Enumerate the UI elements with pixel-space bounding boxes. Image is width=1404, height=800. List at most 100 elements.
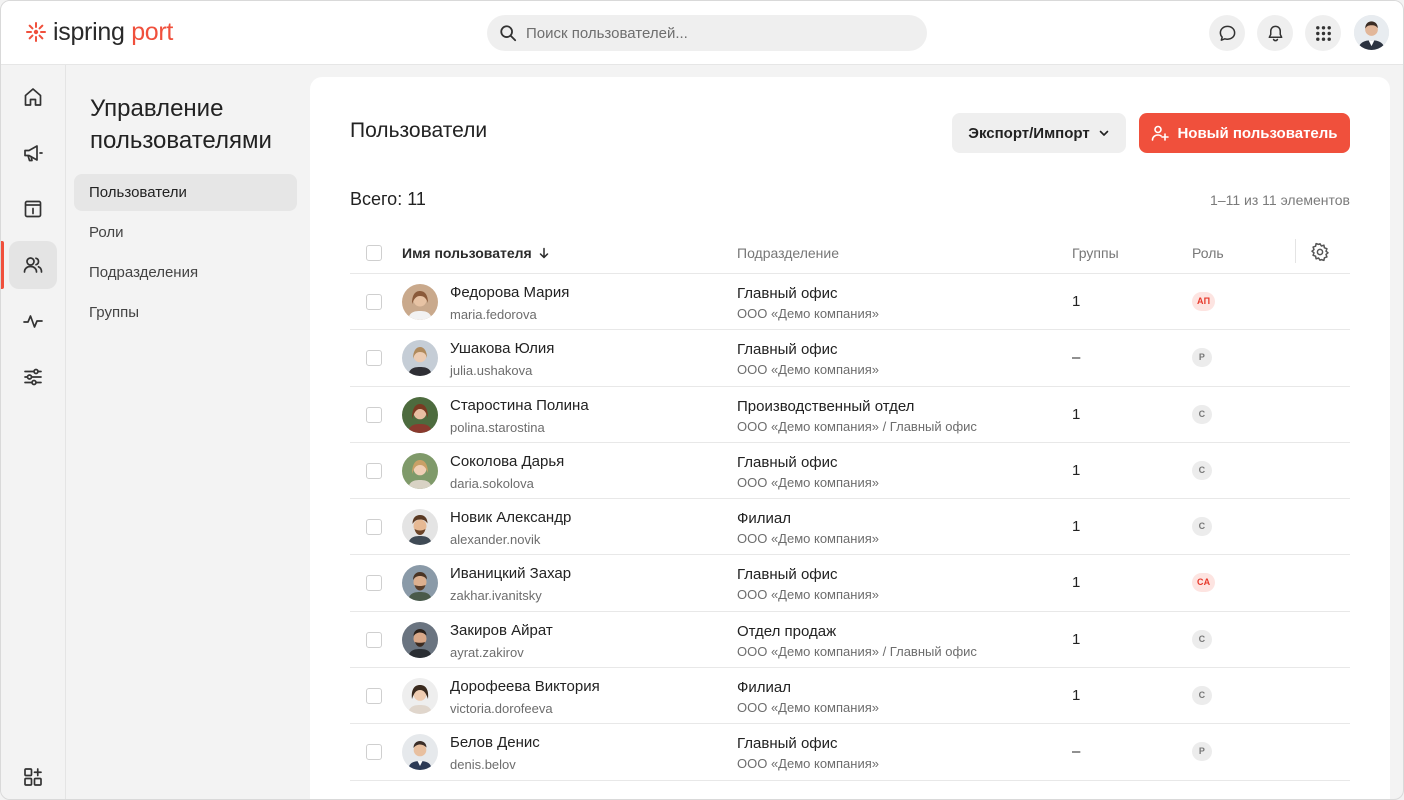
info-calendar-icon: [24, 200, 42, 218]
table-row[interactable]: Дорофеева Виктория victoria.dorofeeva Фи…: [350, 668, 1350, 725]
department-path: ООО «Демо компания» / Главный офис: [737, 418, 977, 434]
users-table: Имя пользователя Подразделение Группы Ро…: [350, 233, 1350, 781]
column-separator: [1295, 239, 1296, 263]
department-name: Производственный отдел: [737, 397, 915, 415]
gear-icon[interactable]: [1310, 242, 1330, 262]
search-icon: [500, 25, 517, 42]
table-row[interactable]: Иваницкий Захар zakhar.ivanitsky Главный…: [350, 555, 1350, 612]
activity-icon: [23, 315, 43, 328]
user-login: alexander.novik: [450, 532, 541, 548]
user-name[interactable]: Ушакова Юлия: [450, 340, 554, 357]
table-row[interactable]: Соколова Дарья daria.sokolova Главный оф…: [350, 443, 1350, 500]
row-checkbox[interactable]: [366, 744, 382, 761]
avatar: [402, 621, 438, 658]
subnav-item-departments[interactable]: Подразделения: [74, 254, 297, 291]
total-label: Всего:: [350, 189, 403, 209]
user-login: maria.fedorova: [450, 307, 537, 322]
row-checkbox[interactable]: [366, 406, 382, 423]
sliders-icon: [24, 368, 42, 386]
department-path: ООО «Демо компания» / Главный офис: [737, 643, 977, 659]
table-row[interactable]: Закиров Айрат ayrat.zakirov Отдел продаж…: [350, 612, 1350, 669]
notifications-button[interactable]: [1257, 15, 1293, 51]
column-header-groups[interactable]: Группы: [1072, 245, 1119, 261]
rail-announcements[interactable]: [9, 129, 57, 177]
department-path: ООО «Демо компания»: [737, 700, 879, 716]
role-badge: С: [1192, 517, 1212, 537]
row-checkbox[interactable]: [366, 575, 382, 592]
user-name[interactable]: Соколова Дарья: [450, 453, 564, 470]
row-checkbox[interactable]: [366, 519, 382, 536]
user-name[interactable]: Белов Денис: [450, 734, 540, 751]
rail-add-widget[interactable]: [9, 753, 57, 799]
department-path: ООО «Демо компания»: [737, 474, 879, 490]
row-checkbox[interactable]: [366, 631, 382, 648]
groups-count: 1: [1072, 405, 1081, 423]
column-header-department[interactable]: Подразделение: [737, 245, 839, 261]
user-login: denis.belov: [450, 757, 516, 773]
chat-icon: [1219, 25, 1235, 41]
column-header-role[interactable]: Роль: [1192, 245, 1224, 261]
department-name: Главный офис: [737, 453, 838, 471]
user-login: ayrat.zakirov: [450, 644, 524, 660]
subnav-item-roles[interactable]: Роли: [74, 214, 297, 251]
groups-count: 1: [1072, 518, 1081, 536]
user-name[interactable]: Федорова Мария: [450, 284, 569, 301]
user-login: zakhar.ivanitsky: [450, 588, 542, 604]
select-all-checkbox[interactable]: [366, 245, 382, 261]
role-badge: С: [1192, 686, 1212, 706]
sort-arrow-down-icon: [539, 247, 548, 259]
chat-button[interactable]: [1209, 15, 1245, 51]
table-row[interactable]: Белов Денис denis.belov Главный офис ООО…: [350, 724, 1350, 781]
row-checkbox[interactable]: [366, 350, 382, 367]
section-title: Управление пользователями: [90, 95, 272, 154]
logo-primary: ispring: [53, 18, 125, 46]
row-checkbox[interactable]: [366, 294, 382, 310]
apps-button[interactable]: [1305, 15, 1341, 51]
user-name[interactable]: Дорофеева Виктория: [450, 678, 600, 695]
department-path: ООО «Демо компания»: [737, 306, 879, 321]
department-name: Главный офис: [737, 735, 838, 753]
column-header-name[interactable]: Имя пользователя: [402, 245, 550, 261]
rail-info[interactable]: [9, 185, 57, 233]
subnav-item-users[interactable]: Пользователи: [74, 174, 297, 211]
rail-activity[interactable]: [9, 297, 57, 345]
table-row[interactable]: Старостина Полина polina.starostina Прои…: [350, 387, 1350, 443]
new-user-button[interactable]: Новый пользователь: [1139, 113, 1350, 153]
role-badge: С: [1192, 629, 1212, 649]
add-widget-icon: [24, 768, 42, 786]
rail-users[interactable]: [9, 241, 57, 289]
rail-active-indicator: [1, 241, 4, 289]
groups-count: 1: [1072, 574, 1081, 592]
user-avatar[interactable]: [1354, 15, 1389, 50]
user-name[interactable]: Старостина Полина: [450, 397, 589, 414]
subnav-item-groups[interactable]: Группы: [74, 294, 297, 331]
avatar: [402, 734, 438, 771]
rail-home[interactable]: [9, 73, 57, 121]
avatar: [402, 509, 438, 546]
app-window: ispring port Поиск пользователей... Упра…: [0, 0, 1404, 800]
department-name: Филиал: [737, 510, 792, 528]
table-row[interactable]: Ушакова Юлия julia.ushakova Главный офис…: [350, 330, 1350, 387]
department-name: Отдел продаж: [737, 622, 837, 640]
export-import-button[interactable]: Экспорт/Импорт: [952, 113, 1126, 153]
department-name: Главный офис: [737, 285, 838, 302]
row-checkbox[interactable]: [366, 688, 382, 705]
rail-settings[interactable]: [9, 353, 57, 401]
table-row[interactable]: Новик Александр alexander.novik Филиал О…: [350, 499, 1350, 556]
user-name[interactable]: Иваницкий Захар: [450, 565, 571, 582]
new-user-label: Новый пользователь: [1177, 124, 1338, 142]
user-management-sidebar: Управление пользователями Пользователи Р…: [66, 65, 309, 799]
search-input[interactable]: [526, 24, 906, 42]
row-checkbox[interactable]: [366, 462, 382, 479]
user-name[interactable]: Закиров Айрат: [450, 622, 553, 639]
table-row[interactable]: Федорова Мария maria.fedorova Главный оф…: [350, 274, 1350, 331]
add-user-icon: [1152, 125, 1170, 141]
page-title: Пользователи: [350, 119, 488, 142]
search-box[interactable]: [487, 15, 927, 51]
user-name[interactable]: Новик Александр: [450, 509, 571, 526]
groups-count: 1: [1072, 461, 1081, 479]
left-rail: [1, 65, 66, 799]
logo[interactable]: ispring port: [25, 18, 173, 46]
groups-count: 1: [1072, 293, 1081, 310]
users-panel: Пользователи Экспорт/Импорт Новый пользо…: [310, 77, 1390, 799]
